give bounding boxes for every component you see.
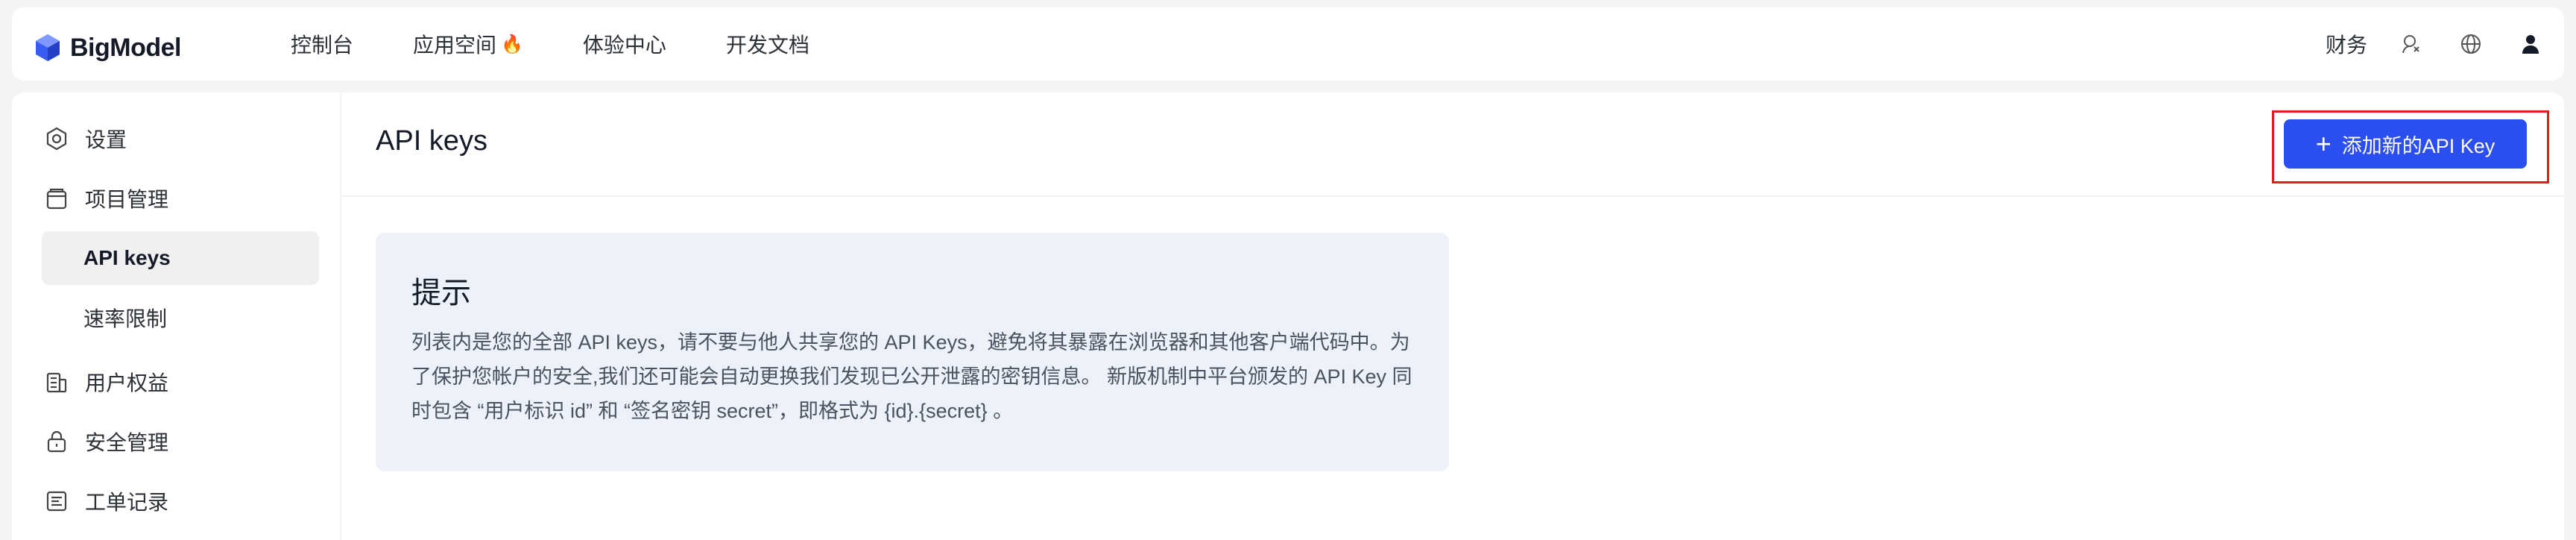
sidebar-item-api-keys[interactable]: API keys [42,231,319,285]
nav-console[interactable]: 控制台 [291,29,353,59]
sidebar-item-settings[interactable]: 设置 [42,116,127,161]
plus-icon: + [2315,128,2332,159]
sidebar-item-user-benefits[interactable]: 用户权益 [42,360,168,404]
ticket-icon [42,486,72,516]
nav-console-label: 控制台 [291,34,354,57]
sidebar-item-label: 项目管理 [85,188,169,211]
sidebar-item-projects[interactable]: 项目管理 [42,176,168,221]
user-icon[interactable] [2518,31,2543,57]
gear-icon [42,124,72,154]
tip-title: 提示 [411,277,471,310]
main-panel: API keys + 添加新的API Key 提示 列表内是您的全部 API k… [341,92,2564,540]
sidebar-item-label: 用户权益 [85,371,169,395]
finance-link[interactable]: 财务 [2326,29,2367,59]
nav-dev-docs[interactable]: 开发文档 [726,29,809,59]
sidebar-item-tickets[interactable]: 工单记录 [42,479,168,524]
sidebar-item-label: API keys [83,246,171,269]
sidebar-item-security[interactable]: 安全管理 [42,419,168,464]
sidebar-item-label: 设置 [85,128,127,151]
nav-app-space-label: 应用空间 [413,34,497,57]
add-api-key-button[interactable]: + 添加新的API Key [2284,119,2527,169]
nav-experience-center-label: 体验中心 [582,34,666,57]
brand-name: BigModel [70,33,181,62]
main-nav: 控制台 应用空间 🔥 体验中心 开发文档 [291,7,869,81]
page-header: API keys + 添加新的API Key [341,92,2564,197]
top-right-actions: 财务 [2326,7,2543,81]
lock-icon [42,427,72,456]
sidebar-item-label: 速率限制 [83,307,168,330]
fire-icon: 🔥 [501,34,523,54]
benefits-icon [42,367,72,397]
brand-logo[interactable]: BigModel [33,33,181,63]
sidebar-item-rate-limits[interactable]: 速率限制 [42,291,319,345]
nav-app-space[interactable]: 应用空间 🔥 [413,29,523,59]
add-api-key-label: 添加新的API Key [2341,134,2496,157]
globe-icon[interactable] [2458,31,2484,57]
nav-dev-docs-label: 开发文档 [725,34,809,57]
sidebar-item-label: 安全管理 [85,431,169,454]
tip-body: 列表内是您的全部 API keys，请不要与他人共享您的 API Keys，避免… [411,331,1412,422]
project-icon [42,183,72,213]
hexagon-logo-icon [36,34,60,61]
sidebar: 设置 项目管理 API keys 速率限制 用户权益 安全管理 工单记录 [12,92,340,540]
tip-card: 提示 列表内是您的全部 API keys，请不要与他人共享您的 API Keys… [376,233,1449,471]
page-title: API keys [376,125,487,157]
nav-experience-center[interactable]: 体验中心 [583,29,666,59]
support-agent-icon[interactable] [2399,31,2424,57]
top-navbar: BigModel 控制台 应用空间 🔥 体验中心 开发文档 财务 [12,7,2564,81]
sidebar-item-label: 工单记录 [85,491,169,514]
